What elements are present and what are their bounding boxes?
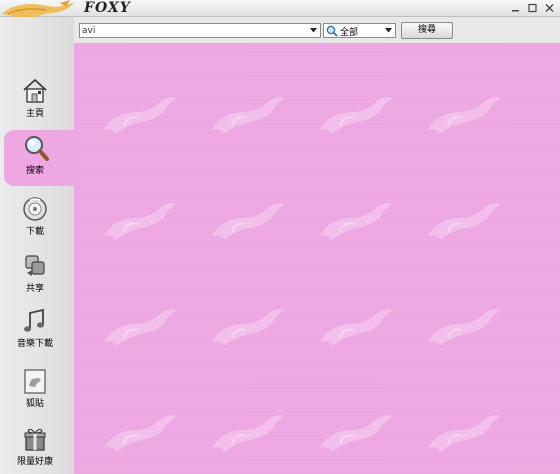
search-input[interactable] [82, 24, 304, 37]
fox-watermark-icon [427, 96, 501, 135]
category-select[interactable]: 全部 [323, 23, 396, 38]
maximize-icon [528, 3, 537, 13]
search-toolbar: 全部 搜尋 [74, 17, 560, 43]
fox-watermark-icon [103, 414, 177, 453]
fox-watermark-icon [211, 308, 285, 347]
fox-watermark-icon [103, 308, 177, 347]
sidebar-item-fox-note[interactable]: 狐貼 [4, 367, 66, 423]
fox-watermark-icon [427, 308, 501, 347]
maximize-button[interactable] [526, 2, 539, 14]
sidebar-item-label: 搜索 [25, 166, 44, 176]
download-icon [23, 197, 47, 221]
gift-icon [24, 428, 46, 451]
fox-watermark-icon [211, 96, 285, 135]
sidebar-item-limited-offer[interactable]: 限量好康 [4, 425, 66, 474]
sidebar-item-home[interactable]: 主頁 [4, 77, 66, 133]
sidebar-item-music-download[interactable]: 音樂下載 [4, 307, 66, 363]
sidebar-item-label: 共享 [25, 284, 44, 294]
fox-watermark-icon [319, 308, 393, 347]
sidebar-item-label: 限量好康 [16, 457, 53, 467]
sidebar-item-label: 音樂下載 [16, 339, 53, 349]
magnifier-icon [25, 136, 49, 161]
category-dropdown-arrow[interactable] [382, 24, 395, 37]
fox-watermark-icon [319, 414, 393, 453]
sidebar-item-label: 下載 [25, 227, 44, 237]
share-icon [25, 255, 45, 276]
search-results-area[interactable] [74, 43, 560, 474]
chevron-down-icon [385, 28, 392, 33]
fox-watermark-icon [319, 202, 393, 241]
sidebar: 主頁 搜索 下載 共享 音樂下載 狐貼 限量好康 [0, 17, 79, 474]
sidebar-item-search[interactable]: 搜索 [4, 130, 79, 186]
fox-note-icon [24, 369, 46, 394]
close-button[interactable] [543, 2, 556, 14]
music-note-icon [24, 308, 44, 332]
sidebar-item-share[interactable]: 共享 [4, 252, 66, 308]
fox-watermark-icon [427, 414, 501, 453]
sidebar-item-download[interactable]: 下載 [4, 195, 66, 251]
home-icon [23, 78, 47, 103]
category-value: 全部 [340, 28, 359, 38]
chevron-down-icon [310, 28, 317, 33]
minimize-icon [512, 10, 519, 12]
fox-watermark-icon [103, 96, 177, 135]
minimize-button[interactable] [509, 2, 522, 14]
fox-watermark-icon [211, 414, 285, 453]
search-history-dropdown[interactable] [307, 24, 320, 37]
fox-watermark-icon [211, 202, 285, 241]
app-brand: FOXY [84, 0, 131, 16]
search-combo[interactable] [79, 23, 321, 38]
search-button[interactable]: 搜尋 [401, 22, 453, 39]
fox-watermark-icon [319, 96, 393, 135]
sidebar-item-label: 主頁 [25, 109, 44, 119]
close-icon [545, 4, 554, 12]
search-icon [326, 25, 338, 37]
title-bar: FOXY [0, 0, 560, 26]
fox-watermark-icon [427, 202, 501, 241]
fox-watermark-icon [103, 202, 177, 241]
sidebar-item-label: 狐貼 [25, 399, 44, 409]
